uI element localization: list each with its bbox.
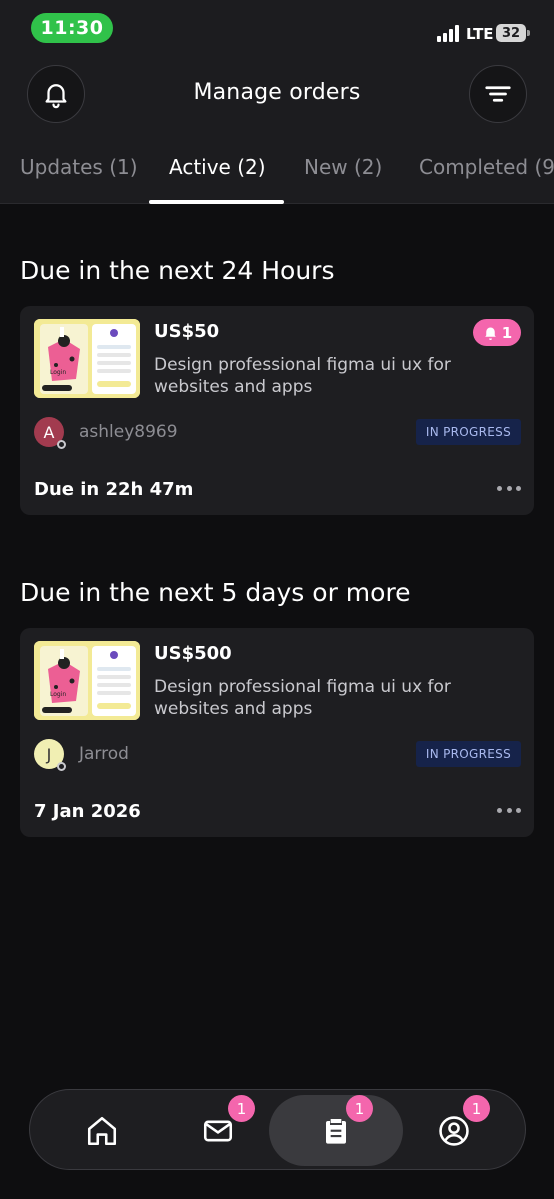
gig-thumbnail: Login [34,641,140,720]
order-notification-badge[interactable]: 1 [473,319,521,346]
inbox-icon [203,1120,233,1141]
thumbnail-label: Login [50,691,67,698]
tab-completed[interactable]: Completed (9) [419,155,554,179]
battery-icon: 32 [496,24,526,42]
order-description: Design professional figma ui ux for webs… [154,677,451,719]
bell-icon [484,327,496,340]
online-status-dot [57,440,66,449]
tab-updates[interactable]: Updates (1) [20,155,138,179]
order-card[interactable]: Login US$500 Design professional figma u… [20,628,534,837]
order-tabs: Updates (1) Active (2) New (2) Completed… [0,155,554,205]
status-badge: IN PROGRESS [415,419,521,445]
battery-tip [527,30,530,36]
order-card[interactable]: Login US$50 Design professional figma ui… [20,306,534,515]
orders-badge: 1 [346,1095,373,1122]
status-time: 11:30 [31,13,113,43]
order-due: 7 Jan 2026 [34,801,141,822]
gig-thumbnail: Login [34,319,140,398]
bottom-nav: 1 1 1 [29,1089,526,1170]
orders-icon [326,1118,346,1144]
tab-new[interactable]: New (2) [304,155,382,179]
tab-active[interactable]: Active (2) [169,155,266,179]
order-price: US$500 [154,643,232,664]
profile-badge: 1 [463,1095,490,1122]
buyer-name[interactable]: ashley8969 [79,422,178,442]
profile-icon [439,1115,469,1146]
active-tab-indicator [149,200,284,204]
more-options-icon[interactable] [497,800,521,820]
inbox-badge: 1 [228,1095,255,1122]
section-title-24h: Due in the next 24 Hours [20,256,335,285]
online-status-dot [57,762,66,771]
top-bar: 11:30 LTE 32 Manage orders Updates (1) A… [0,0,554,204]
signal-icon [437,25,459,42]
notification-count: 1 [501,323,513,342]
order-description: Design professional figma ui ux for webs… [154,355,451,397]
section-title-5days: Due in the next 5 days or more [20,578,411,607]
network-label: LTE [466,25,494,43]
filter-icon [485,86,511,102]
buyer-name[interactable]: Jarrod [79,744,129,764]
nav-home[interactable] [68,1095,136,1166]
order-price: US$50 [154,321,220,342]
order-due: Due in 22h 47m [34,479,194,500]
more-options-icon[interactable] [497,478,521,498]
home-icon [87,1116,117,1145]
nav-orders[interactable] [269,1095,403,1166]
filter-button[interactable] [469,65,527,123]
thumbnail-label: Login [50,369,67,376]
status-badge: IN PROGRESS [415,741,521,767]
